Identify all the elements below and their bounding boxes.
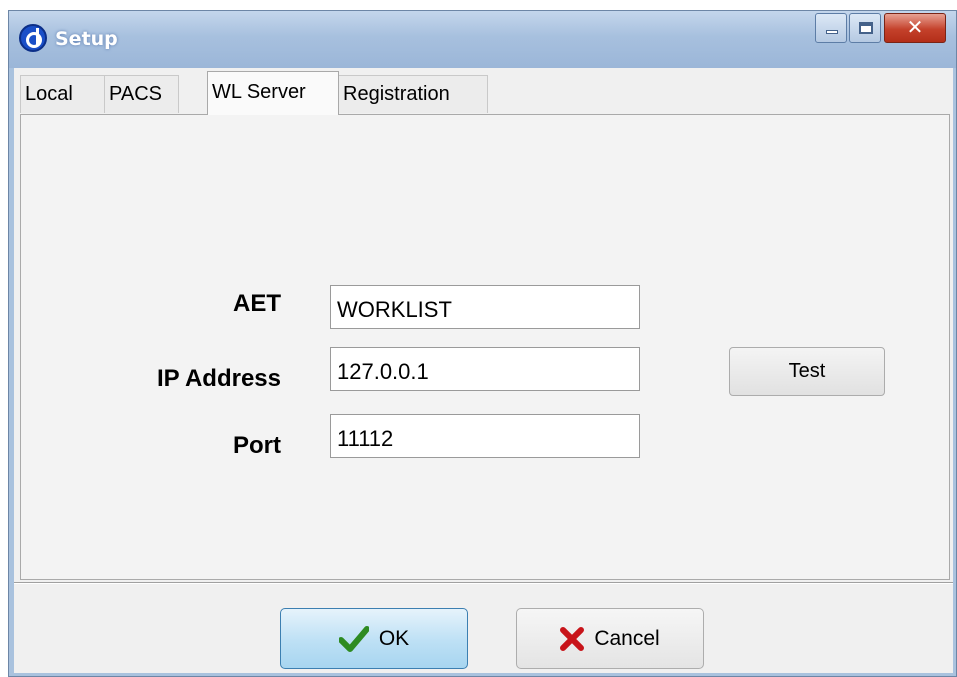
minimize-button[interactable] (815, 13, 847, 43)
cancel-button[interactable]: Cancel (516, 608, 704, 669)
wl-server-panel: AET IP Address Port Test (20, 114, 950, 580)
ip-address-input[interactable] (330, 347, 640, 391)
test-button[interactable]: Test (729, 347, 885, 396)
title-bar[interactable]: Setup ✕ (9, 11, 956, 68)
aet-input[interactable] (330, 285, 640, 329)
window-title: Setup (55, 28, 118, 50)
port-label: Port (233, 432, 281, 459)
ok-label: OK (378, 626, 410, 650)
ip-address-label: IP Address (156, 365, 281, 392)
port-input[interactable] (330, 414, 640, 458)
maximize-icon (859, 22, 873, 34)
footer-separator (14, 582, 953, 584)
cancel-label: Cancel (594, 626, 660, 650)
red-x-icon (560, 626, 585, 651)
tab-pacs[interactable]: PACS (104, 75, 179, 113)
tab-local[interactable]: Local (20, 75, 105, 113)
ok-button[interactable]: OK (280, 608, 468, 669)
checkmark-icon (338, 625, 369, 652)
app-logo-icon (19, 24, 47, 52)
maximize-button[interactable] (849, 13, 881, 43)
dialog-client-area: Local PACS WL Server Registration AET IP… (14, 68, 953, 673)
aet-label: AET (233, 290, 281, 317)
close-button[interactable]: ✕ (884, 13, 946, 43)
tab-wl-server[interactable]: WL Server (207, 71, 339, 115)
close-icon: ✕ (906, 15, 924, 39)
tab-registration[interactable]: Registration (338, 75, 488, 113)
minimize-icon (826, 30, 838, 34)
setup-window: Setup ✕ Local PACS WL Server Registratio… (8, 10, 957, 677)
